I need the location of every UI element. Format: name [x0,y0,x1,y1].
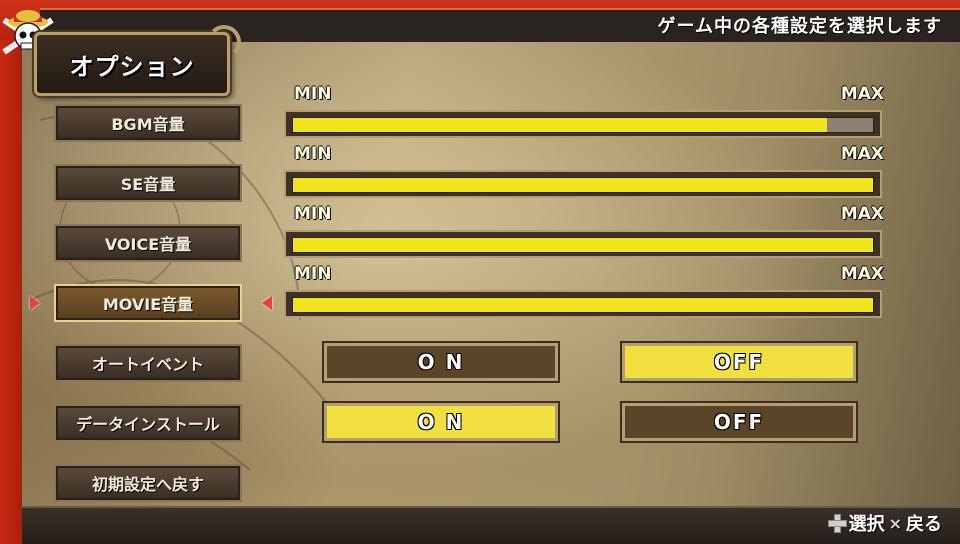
menu-item-data-install[interactable]: データインストール [54,404,242,442]
screen-hint: ゲーム中の各種設定を選択します [657,16,942,37]
button-guide: 選択 × 戻る [827,510,942,536]
footer-band [22,506,960,544]
cursor-right-arrow-icon [30,296,40,310]
max-label: MAX [840,144,884,164]
dpad-icon [827,513,847,533]
se-scale-labels: MIN MAX [294,144,884,164]
menu-item-reset-defaults[interactable]: 初期設定へ戻す [54,464,242,502]
menu-item-movie-volume[interactable]: MOVIE音量 [54,284,242,322]
menu-item-bgm-volume[interactable]: BGM音量 [54,104,242,142]
data-install-on-button[interactable]: O N [322,401,560,443]
max-label: MAX [840,84,884,104]
slider-fill [293,298,873,312]
slider-track [292,237,874,253]
back-label: 戻る [906,514,942,535]
bgm-volume-slider[interactable] [284,110,882,138]
slider-fill [293,118,827,132]
movie-volume-slider[interactable] [284,290,882,318]
min-label: MIN [294,84,332,104]
menu-item-voice-volume[interactable]: VOICE音量 [54,224,242,262]
voice-scale-labels: MIN MAX [294,204,884,224]
slider-fill [293,178,873,192]
se-volume-slider[interactable] [284,170,882,198]
voice-volume-slider[interactable] [284,230,882,258]
movie-scale-labels: MIN MAX [294,264,884,284]
slider-track [292,177,874,193]
min-label: MIN [294,204,332,224]
menu-item-se-volume[interactable]: SE音量 [54,164,242,202]
min-label: MIN [294,144,332,164]
slider-fill [293,238,873,252]
max-label: MAX [840,264,884,284]
cross-button-icon: × [888,513,902,533]
menu-item-auto-event[interactable]: オートイベント [54,344,242,382]
slider-track [292,117,874,133]
cursor-left-arrow-icon [262,296,272,310]
select-label: 選択 [848,514,885,535]
slider-track [292,297,874,313]
bgm-scale-labels: MIN MAX [294,84,884,104]
auto-event-on-button[interactable]: O N [322,341,560,383]
auto-event-off-button[interactable]: OFF [620,341,858,383]
page-title: オプション [69,53,195,81]
max-label: MAX [840,204,884,224]
left-frame-band [0,0,22,544]
min-label: MIN [294,264,332,284]
title-plaque: オプション [34,25,241,96]
data-install-off-button[interactable]: OFF [620,401,858,443]
